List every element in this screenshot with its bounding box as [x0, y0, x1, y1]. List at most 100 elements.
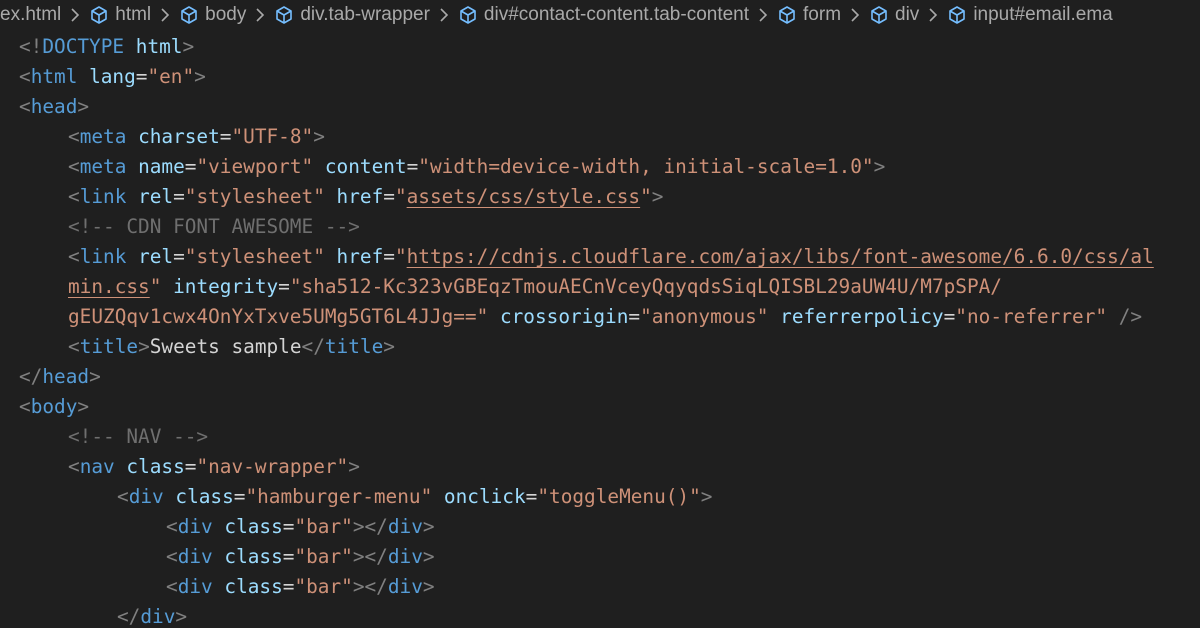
- code-token: >: [422, 515, 435, 538]
- code-editor[interactable]: <!DOCTYPE html> <html lang="en"> <head> <me…: [0, 30, 1200, 628]
- code-token: ": [149, 275, 174, 298]
- code-token: <: [68, 335, 80, 358]
- code-line[interactable]: <!DOCTYPE html>: [19, 32, 194, 62]
- code-token: <!-- NAV -->: [68, 425, 209, 448]
- breadcrumb-item[interactable]: body: [179, 4, 246, 26]
- code-token: div: [128, 485, 176, 508]
- code-token: >: [383, 335, 395, 358]
- code-line[interactable]: <div class="hamburger-menu" onclick="tog…: [117, 482, 712, 512]
- code-token: <: [19, 395, 31, 418]
- code-token: html: [30, 65, 90, 88]
- code-token: >: [348, 455, 360, 478]
- code-token: >: [89, 365, 101, 388]
- code-token: content: [324, 155, 407, 178]
- code-token: class: [224, 515, 283, 538]
- code-token: =: [525, 485, 538, 508]
- code-token: assets/css/style.css: [406, 185, 641, 208]
- code-token: =: [173, 185, 185, 208]
- code-token: =: [282, 545, 295, 568]
- code-token: <: [117, 485, 129, 508]
- code-line[interactable]: min.css" integrity="sha512-Kc323vGBEqzTm…: [68, 272, 1002, 302]
- code-token: link: [79, 185, 139, 208]
- breadcrumb: ex.html html body div.tab-wrapper div#contac…: [0, 0, 1200, 30]
- code-line[interactable]: <meta name="viewport" content="width=dev…: [68, 152, 885, 182]
- code-token: div: [140, 605, 176, 628]
- code-token: </: [301, 335, 325, 358]
- code-token: crossorigin: [499, 305, 629, 328]
- code-token: =: [135, 65, 148, 88]
- code-token: />: [1118, 305, 1143, 328]
- code-token: body: [30, 395, 78, 418]
- code-token: =: [278, 275, 290, 298]
- code-token: div: [387, 545, 423, 568]
- code-token: DOCTYPE: [42, 35, 136, 58]
- code-line[interactable]: <body>: [19, 392, 89, 422]
- code-token: charset: [138, 125, 220, 148]
- code-token: >: [651, 185, 664, 208]
- breadcrumb-label: input#email.ema: [973, 4, 1113, 25]
- code-token: =: [628, 305, 641, 328]
- code-token: rel: [138, 245, 174, 268]
- code-token: Sweets sample: [149, 335, 302, 358]
- code-line[interactable]: <!-- CDN FONT AWESOME -->: [68, 212, 360, 242]
- code-token: div: [387, 515, 423, 538]
- breadcrumb-item[interactable]: div: [869, 4, 919, 26]
- code-token: class: [224, 545, 283, 568]
- breadcrumb-label: form: [803, 4, 842, 25]
- breadcrumb-label: ex.html: [0, 4, 62, 25]
- code-token: <: [68, 155, 80, 178]
- code-token: ": [394, 245, 407, 268]
- code-token: ></: [352, 545, 388, 568]
- breadcrumb-label: div.tab-wrapper: [300, 4, 430, 25]
- breadcrumb-item[interactable]: ex.html: [0, 4, 61, 26]
- code-line[interactable]: <div class="bar"></div>: [166, 512, 435, 542]
- chevron-right-icon: [255, 7, 265, 23]
- symbol-element-icon: [274, 5, 294, 25]
- code-line[interactable]: <div class="bar"></div>: [166, 542, 435, 572]
- code-line[interactable]: <html lang="en">: [19, 62, 206, 92]
- code-token: >: [700, 485, 713, 508]
- breadcrumb-item[interactable]: input#email.ema: [947, 4, 1113, 26]
- code-line[interactable]: <nav class="nav-wrapper">: [68, 452, 360, 482]
- code-line[interactable]: <head>: [19, 92, 89, 122]
- code-token: ></: [352, 515, 388, 538]
- breadcrumb-item[interactable]: html: [89, 4, 151, 26]
- code-line[interactable]: </head>: [19, 362, 101, 392]
- code-token: "bar": [294, 575, 353, 598]
- code-line[interactable]: <!-- NAV -->: [68, 422, 208, 452]
- code-token: meta: [79, 125, 139, 148]
- breadcrumb-item[interactable]: div#contact-content.tab-content: [458, 4, 749, 26]
- code-token: "nav-wrapper": [196, 455, 349, 478]
- code-token: name: [138, 155, 185, 178]
- code-token: >: [313, 125, 325, 148]
- symbol-element-icon: [89, 5, 109, 25]
- code-token: gEUZQqv1cwx4OnYxTxve5UMg5GT6L4JJg==": [68, 305, 500, 328]
- code-line[interactable]: <link rel="stylesheet" href="assets/css/…: [68, 182, 663, 212]
- code-token: =: [943, 305, 956, 328]
- code-token: </: [19, 365, 43, 388]
- code-token: https://cdnjs.cloudflare.com/ajax/libs/f…: [406, 245, 1154, 268]
- code-token: class: [224, 575, 283, 598]
- code-line[interactable]: gEUZQqv1cwx4OnYxTxve5UMg5GT6L4JJg==" cro…: [68, 302, 1142, 332]
- code-line[interactable]: <title>Sweets sample</title>: [68, 332, 395, 362]
- code-token: class: [126, 455, 185, 478]
- symbol-element-icon: [869, 5, 889, 25]
- code-token: div: [177, 545, 225, 568]
- breadcrumb-item[interactable]: form: [777, 4, 841, 26]
- code-token: integrity: [173, 275, 279, 298]
- code-token: "en": [147, 65, 195, 88]
- code-line[interactable]: <link rel="stylesheet" href="https://cdn…: [68, 242, 1154, 272]
- code-token: >: [138, 335, 150, 358]
- code-line[interactable]: <meta charset="UTF-8">: [68, 122, 325, 152]
- code-token: "width=device-width, initial-scale=1.0": [418, 155, 874, 178]
- code-token: >: [77, 395, 90, 418]
- code-token: =: [383, 245, 395, 268]
- breadcrumb-label: html: [115, 4, 152, 25]
- code-token: <: [166, 545, 178, 568]
- code-line[interactable]: <div class="bar"></div>: [166, 572, 435, 602]
- code-token: =: [219, 125, 232, 148]
- code-token: >: [77, 95, 90, 118]
- code-line[interactable]: </div>: [117, 602, 187, 628]
- breadcrumb-item[interactable]: div.tab-wrapper: [274, 4, 430, 26]
- code-token: div: [177, 575, 225, 598]
